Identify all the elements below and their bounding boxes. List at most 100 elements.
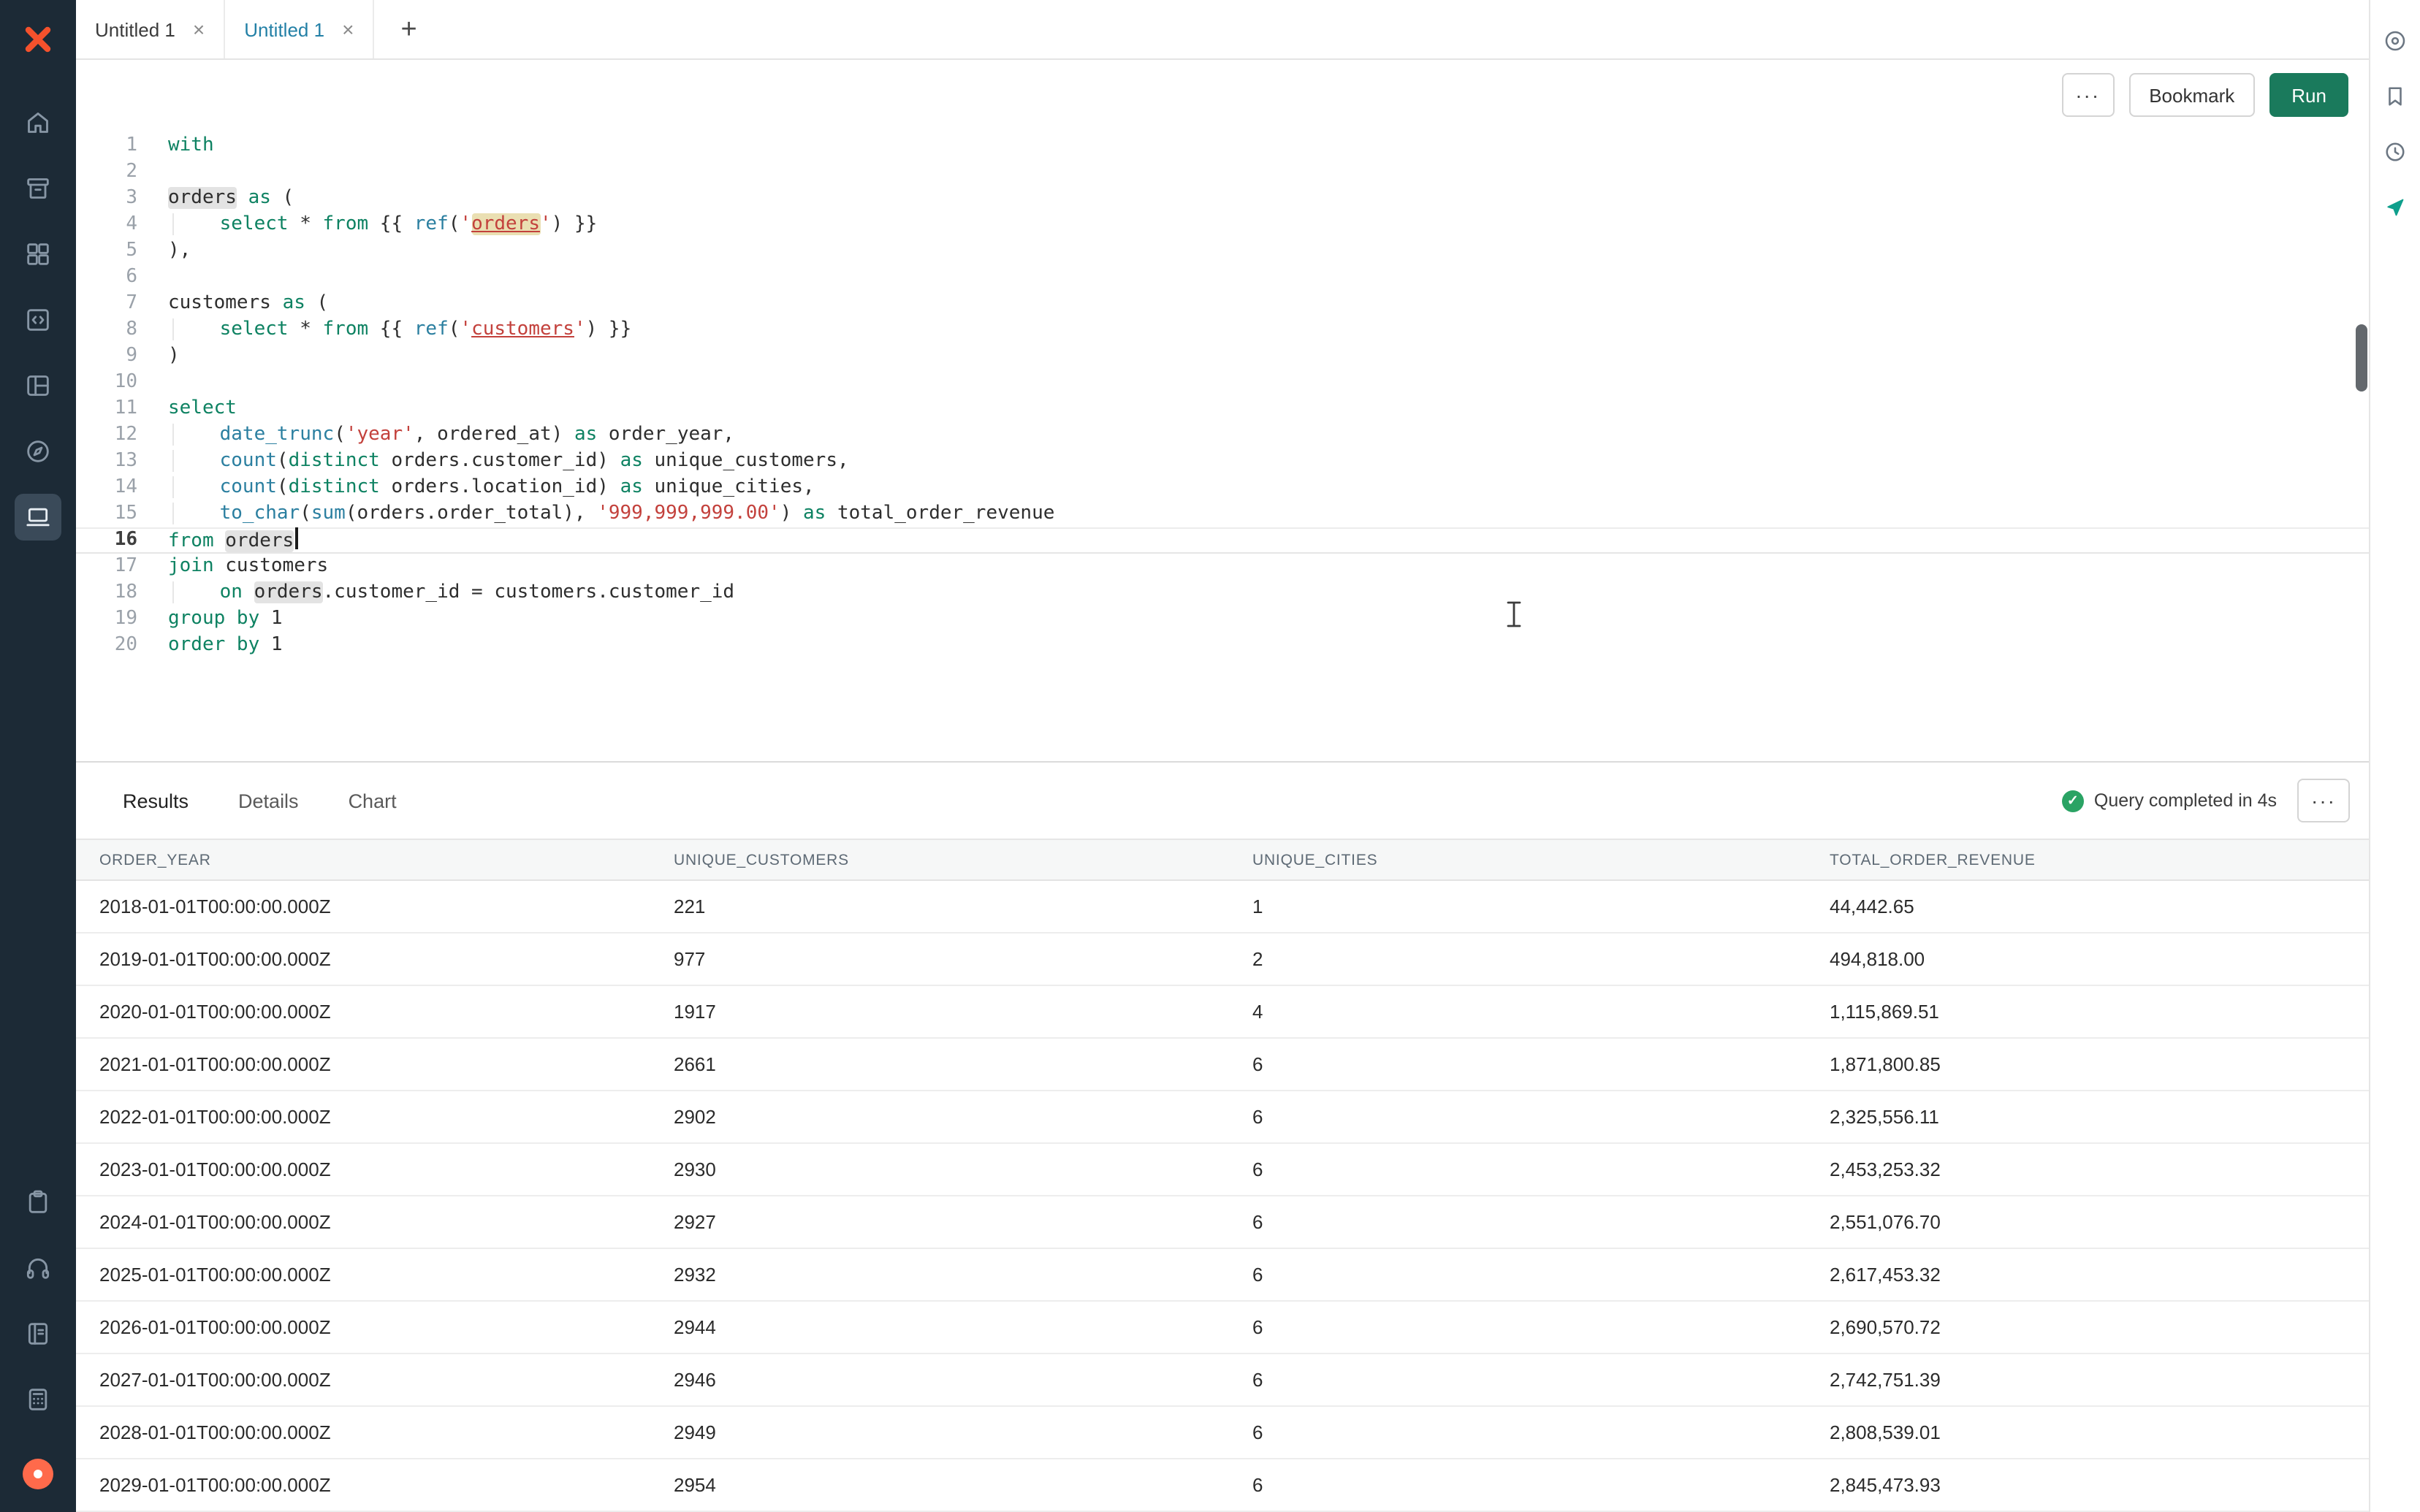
line-number: 8 [76,317,137,343]
editor-scrollbar-thumb[interactable] [2356,324,2367,392]
code-line[interactable]: 6 [76,264,2369,291]
code-text: customers as ( [168,291,2369,317]
table-row[interactable]: 2019-01-01T00:00:00.000Z9772494,818.00 [76,933,2369,986]
table-cell: 6 [1252,1158,1830,1180]
table-cell: 2944 [674,1316,1252,1338]
code-text: select * from {{ ref('customers') }} [168,317,2369,343]
table-cell: 2026-01-01T00:00:00.000Z [99,1316,674,1338]
code-line[interactable]: 4 select * from {{ ref('orders') }} [76,212,2369,238]
table-cell: 2946 [674,1369,1252,1391]
table-cell: 6 [1252,1106,1830,1128]
line-number: 13 [76,448,137,475]
code-line[interactable]: 2 [76,159,2369,186]
table-cell: 2029-01-01T00:00:00.000Z [99,1474,674,1496]
code-line[interactable]: 16from orders [76,527,2369,554]
clipboard-icon[interactable] [15,1179,61,1226]
grid-icon[interactable] [15,231,61,278]
results-tab-chart[interactable]: Chart [346,763,400,841]
table-cell: 44,442.65 [1830,896,2369,917]
run-button[interactable]: Run [2269,73,2348,117]
table-cell: 2023-01-01T00:00:00.000Z [99,1158,674,1180]
code-line[interactable]: 19group by 1 [76,606,2369,633]
code-line[interactable]: 9) [76,343,2369,370]
table-cell: 2018-01-01T00:00:00.000Z [99,896,674,917]
table-row[interactable]: 2027-01-01T00:00:00.000Z294662,742,751.3… [76,1354,2369,1407]
column-header: UNIQUE_CITIES [1252,851,1830,868]
table-cell: 2,617,453.32 [1830,1264,2369,1286]
table-row[interactable]: 2022-01-01T00:00:00.000Z290262,325,556.1… [76,1091,2369,1144]
code-line[interactable]: 17join customers [76,554,2369,580]
column-header: UNIQUE_CUSTOMERS [674,851,1252,868]
home-icon[interactable] [15,99,61,146]
code-line[interactable]: 5), [76,238,2369,264]
panels-icon[interactable] [15,362,61,409]
code-square-icon[interactable] [15,297,61,343]
app-logo-icon [16,18,60,61]
laptop-icon[interactable] [15,494,61,541]
tab-close-icon[interactable]: × [193,19,205,39]
bookmark-icon[interactable] [2375,76,2416,117]
table-row[interactable]: 2026-01-01T00:00:00.000Z294462,690,570.7… [76,1302,2369,1354]
table-row[interactable]: 2025-01-01T00:00:00.000Z293262,617,453.3… [76,1249,2369,1302]
code-text: from orders [168,527,2369,554]
code-line[interactable]: 13 count(distinct orders.customer_id) as… [76,448,2369,475]
sql-editor[interactable]: 1with23orders as (4 select * from {{ ref… [76,130,2369,761]
query-status: ✓ Query completed in 4s [2062,790,2277,812]
code-text: orders as ( [168,186,2369,212]
table-header: ORDER_YEARUNIQUE_CUSTOMERSUNIQUE_CITIEST… [76,839,2369,881]
copilot-icon[interactable] [2375,20,2416,61]
editor-tab[interactable]: Untitled 1× [76,0,225,58]
calculator-icon[interactable] [15,1376,61,1423]
archive-icon[interactable] [15,165,61,212]
code-line[interactable]: 10 [76,370,2369,396]
code-line[interactable]: 11select [76,396,2369,422]
table-row[interactable]: 2028-01-01T00:00:00.000Z294962,808,539.0… [76,1407,2369,1459]
editor-tab[interactable]: Untitled 1× [225,0,374,58]
notebook-icon[interactable] [15,1310,61,1357]
code-line[interactable]: 20order by 1 [76,633,2369,659]
code-line[interactable]: 1with [76,133,2369,159]
code-line[interactable]: 15 to_char(sum(orders.order_total), '999… [76,501,2369,527]
avatar-icon[interactable] [15,1451,61,1497]
table-row[interactable]: 2029-01-01T00:00:00.000Z295462,845,473.9… [76,1459,2369,1512]
code-text: count(distinct orders.customer_id) as un… [168,448,2369,475]
column-header: TOTAL_ORDER_REVENUE [1830,851,2369,868]
results-panel: Results Details Chart ✓ Query completed in… [76,761,2369,1512]
bookmark-button[interactable]: Bookmark [2128,73,2255,117]
right-sidebar [2369,0,2420,1512]
code-text: select [168,396,2369,422]
table-cell: 6 [1252,1474,1830,1496]
history-icon[interactable] [2375,131,2416,172]
assistant-icon[interactable] [2375,187,2416,228]
table-row[interactable]: 2021-01-01T00:00:00.000Z266161,871,800.8… [76,1039,2369,1091]
code-line[interactable]: 3orders as ( [76,186,2369,212]
more-options-button[interactable]: ··· [2061,73,2114,117]
table-row[interactable]: 2018-01-01T00:00:00.000Z221144,442.65 [76,881,2369,933]
editor-toolbar: ··· Bookmark Run [76,60,2369,130]
table-row[interactable]: 2023-01-01T00:00:00.000Z293062,453,253.3… [76,1144,2369,1196]
compass-icon[interactable] [15,428,61,475]
table-cell: 2019-01-01T00:00:00.000Z [99,948,674,970]
table-row[interactable]: 2024-01-01T00:00:00.000Z292762,551,076.7… [76,1196,2369,1249]
code-line[interactable]: 8 select * from {{ ref('customers') }} [76,317,2369,343]
table-cell: 6 [1252,1053,1830,1075]
table-cell: 2930 [674,1158,1252,1180]
code-line[interactable]: 18 on orders.customer_id = customers.cus… [76,580,2369,606]
code-line[interactable]: 7customers as ( [76,291,2369,317]
table-cell: 2028-01-01T00:00:00.000Z [99,1421,674,1443]
code-line[interactable]: 14 count(distinct orders.location_id) as… [76,475,2369,501]
new-tab-button[interactable]: + [395,15,422,43]
tab-close-icon[interactable]: × [342,19,354,39]
headphones-icon[interactable] [15,1245,61,1291]
code-line[interactable]: 12 date_trunc('year', ordered_at) as ord… [76,422,2369,448]
line-number: 5 [76,238,137,264]
table-cell: 2021-01-01T00:00:00.000Z [99,1053,674,1075]
code-text: to_char(sum(orders.order_total), '999,99… [168,501,2369,527]
table-row[interactable]: 2020-01-01T00:00:00.000Z191741,115,869.5… [76,986,2369,1039]
code-text: join customers [168,554,2369,580]
line-number: 19 [76,606,137,633]
results-tab-details[interactable]: Details [235,763,302,841]
editor-scrollbar[interactable] [2354,130,2369,761]
results-tab-results[interactable]: Results [120,763,191,841]
results-more-button[interactable]: ··· [2297,779,2350,822]
